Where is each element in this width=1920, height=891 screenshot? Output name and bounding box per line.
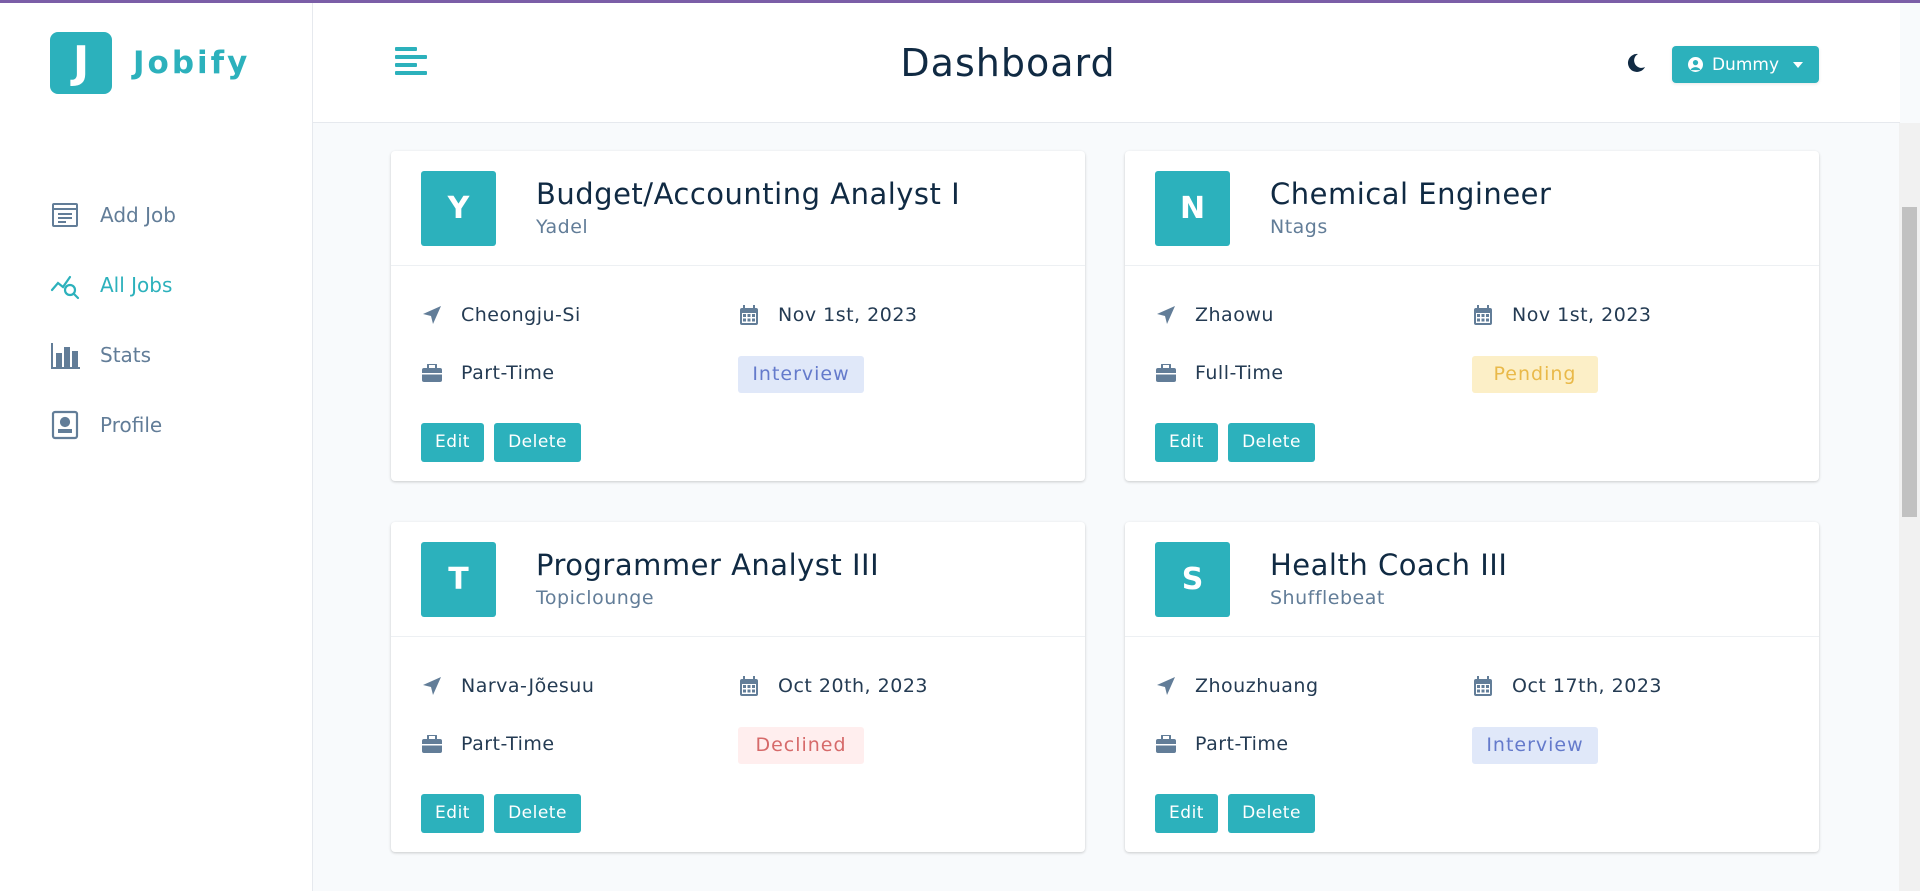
- briefcase-icon: [421, 362, 443, 384]
- job-type: Part-Time: [1155, 733, 1289, 755]
- sidebar-item-stats[interactable]: Stats: [50, 320, 176, 390]
- calendar-icon: [738, 675, 760, 697]
- user-menu-button[interactable]: Dummy: [1672, 46, 1819, 83]
- page-title: Dashboard: [900, 41, 1116, 85]
- delete-button[interactable]: Delete: [1228, 423, 1315, 462]
- job-card: T Programmer Analyst III Topiclounge Nar…: [391, 522, 1085, 852]
- briefcase-icon: [421, 733, 443, 755]
- sidebar: J Jobify Add Job All Jobs Stats Profile: [0, 0, 313, 891]
- job-card-header: Y Budget/Accounting Analyst I Yadel: [391, 151, 1085, 266]
- job-type-text: Part-Time: [1195, 733, 1289, 755]
- location-arrow-icon: [1155, 675, 1177, 697]
- job-type-text: Part-Time: [461, 362, 555, 384]
- briefcase-icon: [1155, 733, 1177, 755]
- status-badge: Interview: [738, 356, 864, 393]
- calendar-icon: [1472, 304, 1494, 326]
- job-date: Oct 17th, 2023: [1472, 675, 1662, 697]
- job-date-text: Oct 17th, 2023: [1512, 675, 1662, 697]
- job-position: Health Coach III: [1270, 548, 1508, 582]
- job-location-text: Zhouzhuang: [1195, 675, 1319, 697]
- company-initial-avatar: T: [421, 542, 496, 617]
- calendar-icon: [738, 304, 760, 326]
- add-job-form-icon: [50, 200, 80, 230]
- status-badge: Declined: [738, 727, 864, 764]
- job-date: Nov 1st, 2023: [738, 304, 918, 326]
- job-card-header: T Programmer Analyst III Topiclounge: [391, 522, 1085, 637]
- logo-mark: J: [50, 32, 112, 94]
- sidebar-item-add-job[interactable]: Add Job: [50, 180, 176, 250]
- job-card: S Health Coach III Shufflebeat Zhouzhuan…: [1125, 522, 1819, 852]
- user-circle-icon: [1687, 57, 1703, 72]
- edit-button[interactable]: Edit: [421, 794, 484, 833]
- company-initial-avatar: Y: [421, 171, 496, 246]
- job-company: Ntags: [1270, 216, 1328, 238]
- job-date-text: Oct 20th, 2023: [778, 675, 928, 697]
- sidebar-item-label: Stats: [100, 343, 152, 367]
- job-card-header: S Health Coach III Shufflebeat: [1125, 522, 1819, 637]
- moon-icon[interactable]: [1625, 52, 1647, 74]
- job-date: Nov 1st, 2023: [1472, 304, 1652, 326]
- location-arrow-icon: [421, 304, 443, 326]
- briefcase-icon: [1155, 362, 1177, 384]
- location-arrow-icon: [1155, 304, 1177, 326]
- sidebar-nav: Add Job All Jobs Stats Profile: [50, 180, 176, 460]
- logo-name: Jobify: [133, 45, 251, 81]
- sidebar-item-all-jobs[interactable]: All Jobs: [50, 250, 176, 320]
- sidebar-item-label: Profile: [100, 413, 163, 437]
- delete-button[interactable]: Delete: [494, 794, 581, 833]
- job-position: Budget/Accounting Analyst I: [536, 177, 961, 211]
- edit-button[interactable]: Edit: [421, 423, 484, 462]
- sidebar-item-label: All Jobs: [100, 273, 173, 297]
- job-date: Oct 20th, 2023: [738, 675, 928, 697]
- delete-button[interactable]: Delete: [494, 423, 581, 462]
- job-company: Yadel: [536, 216, 589, 238]
- job-date-text: Nov 1st, 2023: [778, 304, 918, 326]
- job-location-text: Cheongju-Si: [461, 304, 581, 326]
- job-company: Topiclounge: [536, 587, 655, 609]
- company-initial-avatar: S: [1155, 542, 1230, 617]
- job-type: Full-Time: [1155, 362, 1284, 384]
- job-position: Chemical Engineer: [1270, 177, 1552, 211]
- location-arrow-icon: [421, 675, 443, 697]
- edit-button[interactable]: Edit: [1155, 423, 1218, 462]
- user-name: Dummy: [1711, 54, 1780, 75]
- logo[interactable]: J Jobify: [50, 32, 250, 94]
- delete-button[interactable]: Delete: [1228, 794, 1315, 833]
- job-location: Zhouzhuang: [1155, 675, 1319, 697]
- job-card: N Chemical Engineer Ntags Zhaowu Nov 1st…: [1125, 151, 1819, 481]
- job-card-header: N Chemical Engineer Ntags: [1125, 151, 1819, 266]
- profile-id-card-icon: [50, 410, 80, 440]
- status-badge: Interview: [1472, 727, 1598, 764]
- job-card: Y Budget/Accounting Analyst I Yadel Cheo…: [391, 151, 1085, 481]
- bar-chart-icon: [50, 340, 80, 370]
- job-date-text: Nov 1st, 2023: [1512, 304, 1652, 326]
- job-location: Zhaowu: [1155, 304, 1274, 326]
- job-type: Part-Time: [421, 362, 555, 384]
- chevron-down-icon: [1793, 61, 1804, 68]
- job-type: Part-Time: [421, 733, 555, 755]
- job-type-text: Part-Time: [461, 733, 555, 755]
- all-jobs-chart-search-icon: [50, 270, 80, 300]
- job-type-text: Full-Time: [1195, 362, 1284, 384]
- calendar-icon: [1472, 675, 1494, 697]
- job-location: Cheongju-Si: [421, 304, 581, 326]
- top-navbar: Dashboard Dummy: [313, 3, 1900, 123]
- job-location: Narva-Jõesuu: [421, 675, 594, 697]
- job-position: Programmer Analyst III: [536, 548, 880, 582]
- job-company: Shufflebeat: [1270, 587, 1385, 609]
- job-location-text: Narva-Jõesuu: [461, 675, 595, 697]
- scrollbar-thumb[interactable]: [1902, 207, 1917, 517]
- sidebar-item-label: Add Job: [100, 203, 176, 227]
- status-badge: Pending: [1472, 356, 1598, 393]
- company-initial-avatar: N: [1155, 171, 1230, 246]
- window-top-accent-line: [0, 0, 1920, 3]
- sidebar-item-profile[interactable]: Profile: [50, 390, 176, 460]
- job-location-text: Zhaowu: [1195, 304, 1274, 326]
- edit-button[interactable]: Edit: [1155, 794, 1218, 833]
